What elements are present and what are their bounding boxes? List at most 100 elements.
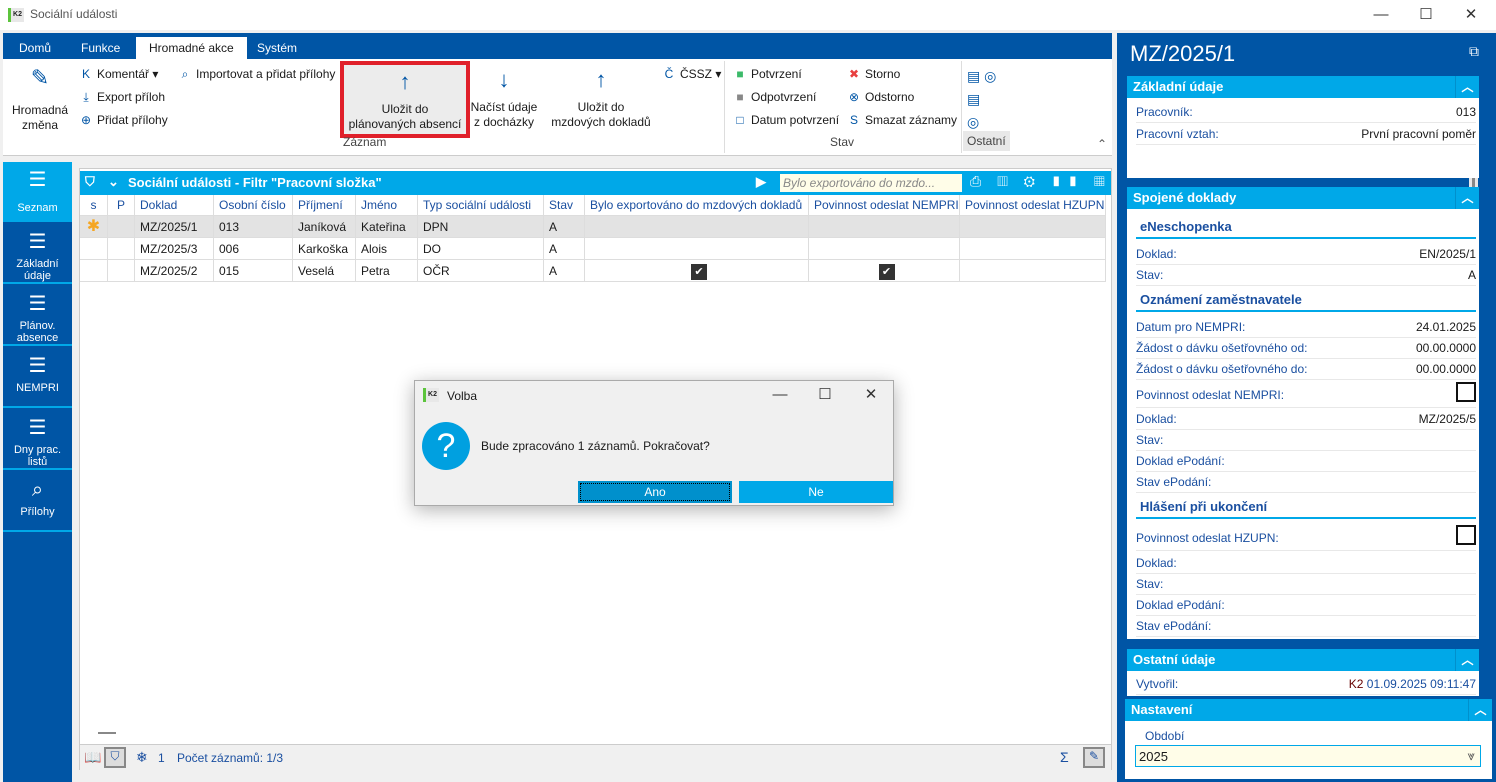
chevron-up-icon[interactable]: ︿ xyxy=(1455,187,1479,209)
sidebar-item-planov-absence[interactable]: ☰ Plánov. absence xyxy=(3,286,72,346)
ostatni-body: Vytvořil: K2 01.09.2025 09:11:47 xyxy=(1127,671,1479,696)
tab-hromadne-akce[interactable]: Hromadné akce xyxy=(136,37,247,59)
hzupn-checkbox[interactable] xyxy=(1456,525,1476,545)
section-nastaveni[interactable]: Nastavení ︿ xyxy=(1125,699,1492,721)
importovat-button[interactable]: ⌕ Importovat a přidat přílohy xyxy=(177,67,336,82)
ano-button[interactable]: Ano xyxy=(578,481,732,503)
column-header[interactable]: Bylo exportováno do mzdových dokladů xyxy=(585,195,809,216)
minimize-button[interactable]: — xyxy=(1366,4,1396,26)
window-title: Sociální události xyxy=(30,7,118,21)
komentar-button[interactable]: K Komentář ▾ xyxy=(78,67,158,81)
sidebar-item-label: NEMPRI xyxy=(16,382,59,394)
maximize-button[interactable]: ☐ xyxy=(1411,4,1441,26)
close-button[interactable]: ✕ xyxy=(1456,4,1486,26)
dialog-minimize-button[interactable]: — xyxy=(765,384,795,406)
section-ostatni-udaje[interactable]: Ostatní údaje ︿ xyxy=(1127,649,1479,671)
ostatni-icons: ▤ ◎ ▤ ◎ xyxy=(967,65,996,134)
column-header[interactable]: Stav xyxy=(544,195,585,216)
splitter-handle[interactable] xyxy=(98,732,116,734)
sidebar-item-prilohy[interactable]: ⌕ Přílohy xyxy=(3,472,72,532)
collapse-ribbon-icon[interactable]: ⌃ xyxy=(1097,137,1107,151)
odpotvrzeni-button[interactable]: ■ Odpotvrzení xyxy=(732,90,816,104)
search-input[interactable]: Bylo exportováno do mzdo... xyxy=(780,174,962,192)
storno-button[interactable]: ✖ Storno xyxy=(846,67,900,81)
document-export-icon[interactable]: ▤ ◎ xyxy=(967,65,996,88)
play-icon[interactable]: ▶ xyxy=(756,174,766,190)
column-header[interactable]: Typ sociální události xyxy=(418,195,544,216)
sidebar-item-label: Přílohy xyxy=(20,506,55,518)
column-header[interactable]: Jméno xyxy=(356,195,418,216)
lock-green-icon: ■ xyxy=(736,67,744,81)
tab-domu[interactable]: Domů xyxy=(6,37,64,59)
potvrzeni-button[interactable]: ■ Potvrzení xyxy=(732,67,801,81)
column-header[interactable]: P xyxy=(108,195,135,216)
grid-header-bar: ⛉ ⌄ Sociální události - Filtr "Pracovní … xyxy=(80,171,1111,206)
sum-icon[interactable]: Σ xyxy=(1060,749,1069,765)
filter-icon[interactable]: ⛉ xyxy=(85,174,95,190)
section-zakladni-udaje[interactable]: Základní údaje ︿ xyxy=(1127,76,1479,98)
label: Povinnost odeslat NEMPRI: xyxy=(1136,388,1285,402)
group-ostatni-label: Ostatní xyxy=(963,131,1010,151)
ne-button[interactable]: Ne xyxy=(739,481,893,503)
edit-icon[interactable]: ✎ xyxy=(1083,747,1105,768)
dialog-maximize-button[interactable]: ☐ xyxy=(810,384,840,406)
column-header[interactable]: Povinnost odeslat HZUPN xyxy=(960,195,1106,216)
chevron-up-icon[interactable]: ︿ xyxy=(1468,699,1492,721)
section-spojene-doklady[interactable]: Spojené doklady ︿ xyxy=(1127,187,1479,209)
table-row[interactable]: MZ/2025/3 006 Karkoška Alois DO A xyxy=(80,238,1106,260)
document-cancel-icon[interactable]: ▤ xyxy=(967,88,996,111)
chevron-down-icon[interactable]: ⌄ xyxy=(108,174,119,190)
column-header[interactable]: Příjmení xyxy=(293,195,356,216)
pridat-prilohy-button[interactable]: ⊕ Přidat přílohy xyxy=(78,113,168,127)
group-zaznam-label: Záznam xyxy=(343,135,387,149)
filter-toggle-icon[interactable]: ⛉ xyxy=(104,747,126,768)
column-header[interactable]: Osobní číslo xyxy=(214,195,293,216)
value: 00.00.0000 xyxy=(1415,341,1476,355)
value: 00.00.0000 xyxy=(1415,362,1476,376)
nacist-udaje-button[interactable]: ↓ Načíst údaje z docházky xyxy=(469,69,539,130)
column-header[interactable]: Doklad xyxy=(135,195,214,216)
nempri-checkbox[interactable] xyxy=(1456,382,1476,402)
column-header[interactable]: Povinnost odeslat NEMPRI xyxy=(809,195,960,216)
checkbox-cell xyxy=(809,238,960,260)
chevron-up-icon[interactable]: ︿ xyxy=(1455,649,1479,671)
ulozit-do-planovanych-absenci-button[interactable]: ↑ Uložit do plánovaných absencí xyxy=(340,61,470,138)
tab-system[interactable]: Systém xyxy=(244,37,310,59)
sidebar-item-nempri[interactable]: ☰ NEMPRI xyxy=(3,348,72,408)
hromadna-zmena-button[interactable]: ✎ Hromadná změna xyxy=(7,67,73,133)
label: Žádost o dávku ošetřovného od: xyxy=(1136,341,1308,355)
divider xyxy=(961,61,962,153)
popout-icon[interactable]: ⧉ xyxy=(1469,43,1479,60)
export-priloh-button[interactable]: ⤓ Export příloh xyxy=(78,90,165,105)
value: 013 xyxy=(1455,105,1476,119)
table-row[interactable]: ✱ MZ/2025/1 013 Janíková Kateřina DPN A xyxy=(80,216,1106,238)
table-cell xyxy=(108,260,135,282)
label: Doklad ePodání: xyxy=(1136,598,1225,612)
list-icon: ☰ xyxy=(28,169,47,191)
table-cell: MZ/2025/2 xyxy=(135,260,214,282)
ulozit-do-mzdovych-dokladu-button[interactable]: ↑ Uložit do mzdových dokladů xyxy=(546,69,656,130)
group-stav-label: Stav xyxy=(830,135,855,149)
chevron-up-icon[interactable]: ︿ xyxy=(1455,76,1479,98)
snowflake-icon[interactable]: ❄ xyxy=(136,749,148,766)
datum-potvrzeni-button[interactable]: □ Datum potvrzení xyxy=(732,113,839,127)
sidebar-item-dny-prac-listu[interactable]: ☰ Dny prac. listů xyxy=(3,410,72,470)
sidebar-item-zakladni-udaje[interactable]: ☰ Základní údaje xyxy=(3,224,72,284)
obdobi-select[interactable]: 2025 ⩔ xyxy=(1135,745,1481,767)
dropdown-icon[interactable]: ⩔ xyxy=(1468,748,1475,764)
checked-icon: ✔ xyxy=(691,263,707,280)
book-icon[interactable]: 📖 xyxy=(84,749,101,766)
tab-funkce[interactable]: Funkce xyxy=(68,37,133,59)
export-icon: ⤓ xyxy=(83,90,89,104)
column-header[interactable]: s xyxy=(80,195,108,216)
dialog-close-button[interactable]: ✕ xyxy=(856,384,886,406)
grid-title: Sociální události - Filtr "Pracovní slož… xyxy=(128,175,382,190)
label: Datum pro NEMPRI: xyxy=(1136,320,1246,334)
table-cell: Karkoška xyxy=(293,238,356,260)
smazat-zaznamy-button[interactable]: S Smazat záznamy xyxy=(846,113,957,127)
odstorno-button[interactable]: ⊗ Odstorno xyxy=(846,90,914,104)
dialog-title: Volba xyxy=(447,389,478,403)
sidebar-item-seznam[interactable]: ☰ Seznam xyxy=(3,162,72,222)
cssz-button[interactable]: Č ČSSZ ▾ xyxy=(661,67,722,81)
table-row[interactable]: MZ/2025/2 015 Veselá Petra OČR A ✔ ✔ xyxy=(80,260,1106,282)
